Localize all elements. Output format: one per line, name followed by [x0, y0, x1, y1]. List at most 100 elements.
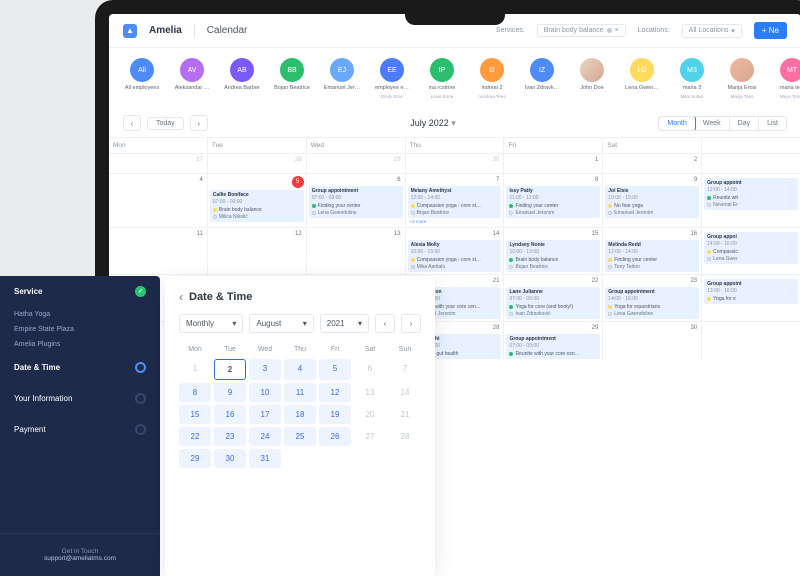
calendar-cell[interactable]: 2 — [603, 154, 702, 173]
employee-avatar[interactable]: MTmaria testMoys Telroy — [773, 58, 800, 99]
picker-prev[interactable]: ‹ — [375, 314, 395, 333]
calendar-cell[interactable]: 12 — [208, 228, 307, 274]
calendar-event[interactable]: Alesia Molly 10:00 - 15:00 Compassion yo… — [408, 240, 502, 272]
calendar-event[interactable]: Callie Boniface 07:00 - 09:00 Brain body… — [210, 190, 304, 222]
calendar-cell[interactable]: 27 — [109, 154, 208, 173]
picker-day[interactable]: 26 — [319, 427, 351, 446]
picker-day[interactable]: 12 — [319, 383, 351, 402]
picker-day[interactable]: 16 — [214, 405, 246, 424]
calendar-cell[interactable]: 4 — [109, 174, 208, 227]
year-select[interactable]: 2021▾ — [320, 314, 369, 333]
picker-day[interactable]: 21 — [389, 405, 421, 424]
picker-next[interactable]: › — [401, 314, 421, 333]
picker-day[interactable]: 14 — [389, 383, 421, 402]
step-your-information[interactable]: Your Information — [0, 383, 160, 414]
picker-day[interactable]: 18 — [284, 405, 316, 424]
calendar-cell[interactable] — [702, 322, 800, 361]
picker-day[interactable]: 10 — [249, 383, 281, 402]
frequency-select[interactable]: Monthly▾ — [179, 314, 243, 333]
picker-day[interactable]: 9 — [214, 383, 246, 402]
calendar-event[interactable]: Group appointment 07:00 - 09:00 Finding … — [309, 186, 403, 218]
picker-day[interactable]: 2 — [214, 359, 246, 380]
prev-button[interactable]: ‹ — [123, 115, 141, 131]
step-service[interactable]: Service✓ — [0, 276, 160, 307]
calendar-cell[interactable]: 13 — [307, 228, 406, 274]
picker-day[interactable]: 4 — [284, 359, 316, 380]
picker-day[interactable]: 19 — [319, 405, 351, 424]
employee-avatar[interactable]: Marija ErosiMarija Tess — [723, 58, 761, 99]
new-button[interactable]: + Ne — [754, 22, 787, 39]
calendar-cell[interactable]: 7 Melany Amethyst 12:00 - 14:00 Compassi… — [406, 174, 505, 227]
calendar-cell[interactable] — [702, 154, 800, 173]
employee-avatar[interactable]: I2indreai 2noridrea Tees — [473, 58, 511, 99]
calendar-cell[interactable]: Group appoint 13:00 - 16:00 Yoga for e — [702, 275, 800, 321]
calendar-event[interactable]: Joi Elsie 10:00 - 15:00 No fear yogaEman… — [605, 186, 699, 218]
month-label[interactable]: July 2022 ▾ — [410, 118, 456, 129]
picker-day[interactable]: 8 — [179, 383, 211, 402]
today-button[interactable]: Today — [147, 117, 184, 130]
picker-day[interactable]: 22 — [179, 427, 211, 446]
employee-avatar[interactable]: AVAleksandar … — [173, 58, 211, 99]
picker-day[interactable]: 27 — [354, 427, 386, 446]
calendar-cell[interactable]: 29 Group appointment 07:00 - 09:00 Reuni… — [504, 322, 603, 361]
picker-day[interactable]: 11 — [284, 383, 316, 402]
employee-avatar[interactable]: LGLena Gwen… — [623, 58, 661, 99]
calendar-cell[interactable]: 6 Group appointment 07:00 - 09:00 Findin… — [307, 174, 406, 227]
calendar-cell[interactable]: 29 — [307, 154, 406, 173]
more-link[interactable]: +2 more — [408, 218, 502, 225]
picker-day[interactable]: 7 — [389, 359, 421, 380]
employee-avatar[interactable]: EEemployee e…Emily Erne — [373, 58, 411, 99]
calendar-cell[interactable]: 16 Melinda Redd 12:00 - 14:00 Finding yo… — [603, 228, 702, 274]
step-payment[interactable]: Payment — [0, 414, 160, 445]
step-date-&-time[interactable]: Date & Time — [0, 352, 160, 383]
calendar-cell[interactable]: 8 Issy Patty 11:00 - 13:00 Finding your … — [504, 174, 603, 227]
picker-day[interactable]: 5 — [319, 359, 351, 380]
picker-day[interactable]: 20 — [354, 405, 386, 424]
calendar-cell[interactable]: 22 Lane Julianne 07:00 - 09:00 Yoga for … — [504, 275, 603, 321]
calendar-cell[interactable]: Group appoi 14:00 - 16:00 CompassicLena … — [702, 228, 800, 274]
calendar-event[interactable]: Group appoint 12:00 - 14:00 Reunite witN… — [704, 178, 798, 210]
picker-day[interactable]: 23 — [214, 427, 246, 446]
employee-avatar[interactable]: ABAndrea Barber — [223, 58, 261, 99]
locations-select[interactable]: All Locations ▾ — [682, 24, 742, 38]
calendar-event[interactable]: Melany Amethyst 12:00 - 14:00 Compassion… — [408, 186, 502, 218]
view-day[interactable]: Day — [730, 117, 759, 130]
calendar-cell[interactable]: 14 Alesia Molly 10:00 - 15:00 Compassion… — [406, 228, 505, 274]
calendar-event[interactable]: Group appointment 14:00 - 16:00 Yoga for… — [605, 287, 699, 319]
picker-day[interactable]: 13 — [354, 383, 386, 402]
calendar-event[interactable]: Issy Patty 11:00 - 13:00 Finding your ce… — [506, 186, 600, 218]
calendar-cell[interactable]: 15 Lyndsey Nonie 10:00 - 13:00 Brain bod… — [504, 228, 603, 274]
next-button[interactable]: › — [190, 115, 208, 131]
picker-day[interactable]: 28 — [389, 427, 421, 446]
employee-avatar[interactable]: John Doe — [573, 58, 611, 99]
close-icon[interactable]: × — [615, 27, 619, 34]
picker-day[interactable]: 29 — [179, 449, 211, 468]
calendar-event[interactable]: Group appoint 13:00 - 16:00 Yoga for e — [704, 279, 798, 304]
employee-avatar[interactable]: M3maria 3Mike Sober — [673, 58, 711, 99]
back-icon[interactable]: ‹ — [179, 290, 183, 304]
calendar-event[interactable]: Group appoi 14:00 - 16:00 CompassicLena … — [704, 232, 798, 264]
month-select[interactable]: August▾ — [249, 314, 313, 333]
picker-day[interactable]: 1 — [179, 359, 211, 380]
calendar-cell[interactable]: 9 Joi Elsie 10:00 - 15:00 No fear yogaEm… — [603, 174, 702, 227]
picker-day[interactable]: 6 — [354, 359, 386, 380]
calendar-event[interactable]: Lane Julianne 07:00 - 09:00 Yoga for cor… — [506, 287, 600, 319]
calendar-cell[interactable]: 23 Group appointment 14:00 - 16:00 Yoga … — [603, 275, 702, 321]
picker-day[interactable]: 17 — [249, 405, 281, 424]
picker-day[interactable]: 25 — [284, 427, 316, 446]
calendar-cell[interactable]: 5 Callie Boniface 07:00 - 09:00 Brain bo… — [208, 174, 307, 227]
calendar-cell[interactable]: 28 — [208, 154, 307, 173]
calendar-cell[interactable]: 30 — [603, 322, 702, 361]
employee-avatar[interactable]: AllAll employees — [123, 58, 161, 99]
picker-day[interactable]: 3 — [249, 359, 281, 380]
calendar-cell[interactable]: Group appoint 12:00 - 14:00 Reunite witN… — [702, 174, 800, 227]
employee-avatar[interactable]: BBBojan Beatrice — [273, 58, 311, 99]
calendar-event[interactable]: Melinda Redd 12:00 - 14:00 Finding your … — [605, 240, 699, 272]
calendar-cell[interactable]: 30 — [406, 154, 505, 173]
view-month[interactable]: Month — [658, 116, 695, 131]
calendar-event[interactable]: Group appointment 07:00 - 09:00 Reunite … — [506, 334, 600, 359]
view-list[interactable]: List — [759, 117, 786, 130]
employee-avatar[interactable]: EJEmanuel Jer… — [323, 58, 361, 99]
support-email[interactable]: support@ameliatms.com — [14, 555, 146, 562]
view-week[interactable]: Week — [695, 117, 730, 130]
